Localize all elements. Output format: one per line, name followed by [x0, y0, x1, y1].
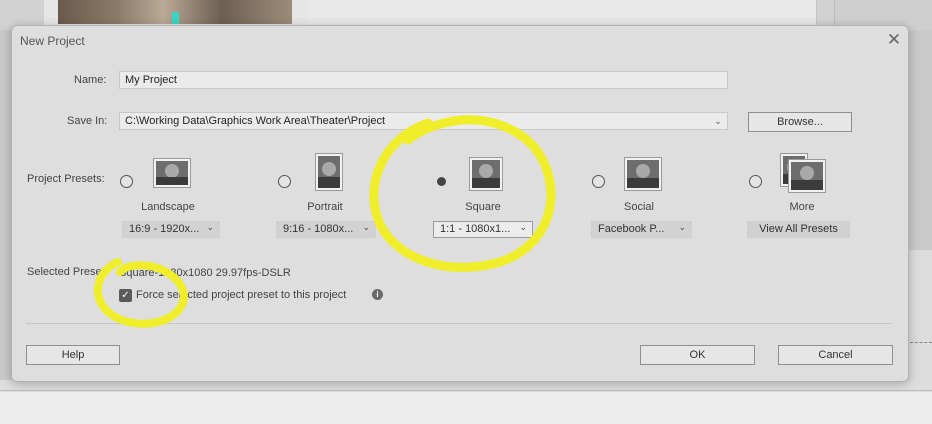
project-presets-label: Project Presets:: [27, 173, 105, 185]
preset-name-more: More: [789, 201, 815, 213]
cancel-button[interactable]: Cancel: [778, 345, 893, 365]
preset-dropdown-social[interactable]: Facebook P... ⌄: [591, 221, 692, 238]
background-photo-thumbnail: [58, 0, 292, 24]
preset-name-square: Square: [465, 201, 501, 213]
project-name-input[interactable]: My Project: [119, 71, 728, 89]
social-icon: [624, 157, 662, 191]
dialog-titlebar[interactable]: New Project ✕: [12, 26, 908, 56]
help-button[interactable]: Help: [26, 345, 120, 365]
dashed-guide: [910, 342, 932, 343]
chevron-down-icon[interactable]: ⌄: [713, 116, 723, 126]
save-in-path: C:\Working Data\Graphics Work Area\Theat…: [125, 115, 386, 127]
info-icon[interactable]: i: [372, 289, 383, 300]
timeline-track: [0, 392, 932, 424]
force-preset-label: Force selected project preset to this pr…: [136, 289, 347, 301]
radio-square[interactable]: [435, 175, 448, 188]
name-label: Name:: [74, 74, 107, 86]
preset-dropdown-portrait[interactable]: 9:16 - 1080x... ⌄: [276, 221, 376, 238]
save-in-label: Save In:: [67, 115, 108, 127]
landscape-icon: [153, 158, 191, 188]
view-all-presets-button[interactable]: View All Presets: [747, 221, 850, 238]
preset-value-social: Facebook P...: [598, 223, 665, 235]
save-in-dropdown[interactable]: C:\Working Data\Graphics Work Area\Theat…: [119, 112, 728, 130]
preset-dropdown-landscape[interactable]: 16:9 - 1920x... ⌄: [122, 221, 220, 238]
new-project-dialog: New Project ✕ Name: My Project Save In: …: [11, 25, 909, 382]
chevron-down-icon: ⌄: [206, 222, 214, 232]
preset-value-portrait: 9:16 - 1080x...: [283, 223, 354, 235]
preset-value-square: 1:1 - 1080x1...: [440, 223, 511, 235]
preset-name-social: Social: [624, 201, 654, 213]
radio-more[interactable]: [749, 175, 762, 188]
selected-preset-value: Square-1080x1080 29.97fps-DSLR: [119, 267, 291, 279]
browse-button[interactable]: Browse...: [748, 112, 852, 132]
square-icon: [469, 157, 503, 191]
background-right-edge: [906, 250, 932, 380]
selected-preset-label: Selected Preset:: [27, 266, 108, 278]
radio-social[interactable]: [592, 175, 605, 188]
divider: [26, 323, 892, 324]
portrait-icon: [315, 153, 343, 191]
radio-portrait[interactable]: [278, 175, 291, 188]
preset-name-portrait: Portrait: [307, 201, 343, 213]
more-presets-icon: [780, 153, 830, 197]
chevron-down-icon: ⌄: [362, 222, 370, 232]
ok-button[interactable]: OK: [640, 345, 755, 365]
preset-value-landscape: 16:9 - 1920x...: [129, 223, 200, 235]
preset-dropdown-square[interactable]: 1:1 - 1080x1... ⌄: [433, 221, 533, 238]
radio-landscape[interactable]: [120, 175, 133, 188]
background-timeline: [0, 380, 932, 424]
close-icon[interactable]: ✕: [884, 30, 904, 50]
dialog-title: New Project: [20, 34, 85, 48]
preset-name-landscape: Landscape: [141, 201, 195, 213]
timeline-divider: [0, 390, 932, 391]
chevron-down-icon: ⌄: [519, 222, 527, 232]
chevron-down-icon: ⌄: [678, 222, 686, 232]
force-preset-checkbox[interactable]: ✓: [119, 289, 132, 302]
